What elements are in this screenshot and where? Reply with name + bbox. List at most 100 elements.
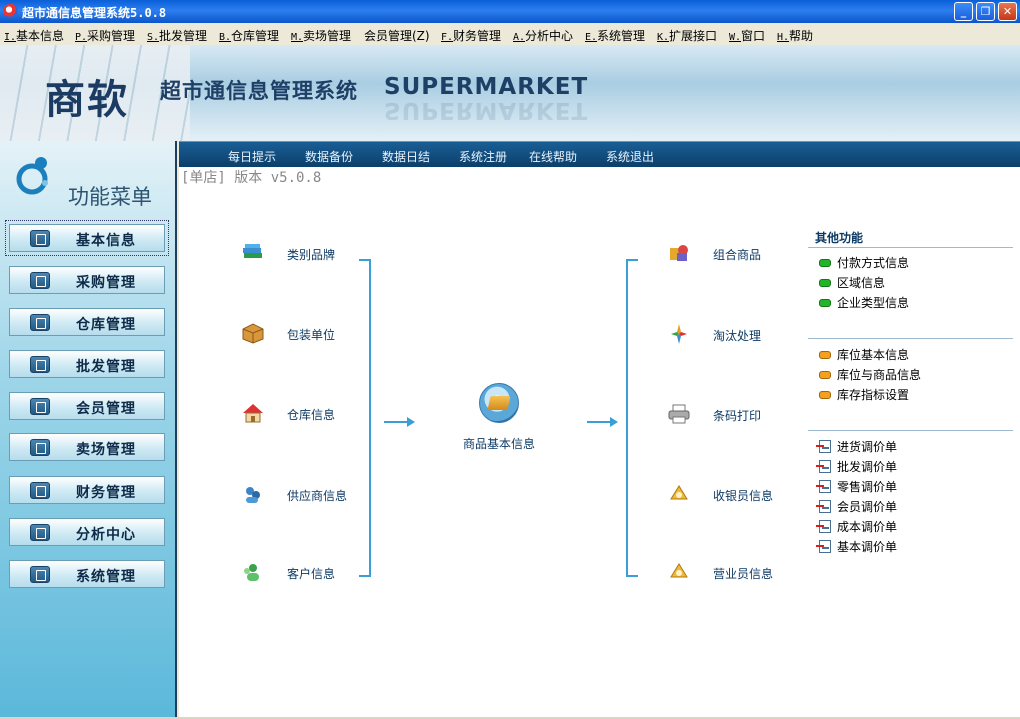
- document-icon: [816, 460, 831, 473]
- menu-key: H.: [777, 32, 790, 43]
- menu-label: 财务管理: [453, 29, 502, 43]
- refresh-icon: [30, 439, 50, 456]
- node-product-basic-info[interactable]: 商品基本信息: [459, 383, 539, 452]
- bullet-icon: [819, 351, 831, 359]
- menu-label: 采购管理: [87, 29, 136, 43]
- menu-label: 窗口: [741, 29, 766, 43]
- combo-icon: [670, 245, 688, 261]
- link-label: 批发调价单: [837, 460, 898, 474]
- link-location-info[interactable]: 库位基本信息: [819, 346, 909, 363]
- link-payment-method[interactable]: 付款方式信息: [819, 254, 909, 271]
- other-functions-title: 其他功能: [815, 231, 864, 245]
- sidebar-item-analysis[interactable]: 分析中心: [9, 518, 165, 546]
- box-icon: [242, 323, 264, 344]
- truck-icon: [30, 356, 50, 373]
- supplier-icon: [246, 487, 260, 503]
- menu-wholesale[interactable]: S.批发管理: [147, 27, 207, 44]
- tool-daily-close[interactable]: 数据日结: [382, 148, 430, 165]
- menu-analysis[interactable]: A.分析中心: [513, 27, 573, 44]
- sidebar-item-system[interactable]: 系统管理: [9, 560, 165, 588]
- menu-label: 帮助: [789, 29, 814, 43]
- tool-daily-tips[interactable]: 每日提示: [228, 148, 276, 165]
- document-icon: [30, 230, 50, 247]
- link-label: 区域信息: [837, 276, 886, 290]
- menu-key: P.: [75, 32, 88, 43]
- top-toolbar: 每日提示 数据备份 数据日结 系统注册 在线帮助 系统退出: [179, 141, 1020, 167]
- sidebar-item-label: 分析中心: [76, 527, 136, 543]
- product-info-icon: [479, 383, 519, 423]
- menu-extension[interactable]: K.扩展接口: [657, 27, 717, 44]
- link-label: 零售调价单: [837, 480, 898, 494]
- link-location-product[interactable]: 库位与商品信息: [819, 366, 921, 383]
- document-icon: [816, 480, 831, 493]
- document-icon: [816, 500, 831, 513]
- menu-basic-info[interactable]: I.基本信息: [4, 27, 64, 44]
- link-enterprise-type[interactable]: 企业类型信息: [819, 294, 909, 311]
- books-icon: [243, 244, 262, 258]
- menu-key: A.: [513, 32, 526, 43]
- tool-exit[interactable]: 系统退出: [606, 148, 654, 165]
- menu-window[interactable]: W.窗口: [729, 27, 765, 44]
- tool-online-help[interactable]: 在线帮助: [529, 148, 577, 165]
- window-title: 超市通信息管理系统5.0.8: [22, 6, 167, 20]
- customer-icon: [244, 564, 259, 581]
- minimize-button[interactable]: _: [954, 2, 973, 21]
- menu-help[interactable]: H.帮助: [777, 27, 813, 44]
- main-panel: [单店] 版本 v5.0.8 类别品牌 包装单位 仓库信息 供应商信息 客户信息…: [179, 167, 1020, 717]
- document-icon: [816, 440, 831, 453]
- sidebar-item-label: 仓库管理: [76, 317, 136, 333]
- sidebar-item-label: 采购管理: [76, 275, 136, 291]
- menu-label: 批发管理: [159, 29, 208, 43]
- node-label: 收银员信息: [713, 489, 774, 503]
- menu-label: 系统管理: [597, 29, 646, 43]
- menu-finance[interactable]: F.财务管理: [441, 27, 501, 44]
- link-label: 会员调价单: [837, 500, 898, 514]
- version-label: [单店] 版本 v5.0.8: [181, 170, 322, 186]
- menu-store[interactable]: M.卖场管理: [291, 27, 351, 44]
- banner-subtitle-reflection: SUPERMARKET: [384, 97, 589, 123]
- menu-logo-icon: [16, 157, 48, 195]
- menu-key: B.: [219, 32, 232, 43]
- link-purchase-price-adjust[interactable]: 进货调价单: [816, 438, 898, 455]
- bullet-icon: [819, 259, 831, 267]
- menu-key: W.: [729, 32, 742, 43]
- sidebar-item-wholesale[interactable]: 批发管理: [9, 350, 165, 378]
- menu-key: I.: [4, 32, 17, 43]
- close-button[interactable]: ✕: [998, 2, 1017, 21]
- link-stock-index[interactable]: 库存指标设置: [819, 386, 909, 403]
- sidebar-item-label: 会员管理: [76, 401, 136, 417]
- link-member-price-adjust[interactable]: 会员调价单: [816, 498, 898, 515]
- restore-button[interactable]: ❐: [976, 2, 995, 21]
- sidebar-item-member[interactable]: 会员管理: [9, 392, 165, 420]
- sidebar-item-finance[interactable]: 财务管理: [9, 476, 165, 504]
- link-cost-price-adjust[interactable]: 成本调价单: [816, 518, 897, 535]
- sidebar-item-basic-info[interactable]: 基本信息: [5, 220, 169, 256]
- link-label: 付款方式信息: [837, 256, 910, 270]
- link-label: 企业类型信息: [837, 296, 910, 310]
- link-label: 库存指标设置: [837, 388, 910, 402]
- bullet-icon: [819, 279, 831, 287]
- menu-purchase[interactable]: P.采购管理: [75, 27, 135, 44]
- divider: [808, 338, 1013, 339]
- menu-label: 扩展接口: [669, 29, 718, 43]
- document-icon: [816, 540, 831, 553]
- sidebar-item-purchase[interactable]: 采购管理: [9, 266, 165, 294]
- node-label: 组合商品: [713, 248, 762, 262]
- node-label: 仓库信息: [287, 408, 336, 422]
- node-label: 类别品牌: [287, 248, 336, 262]
- link-retail-price-adjust[interactable]: 零售调价单: [816, 478, 898, 495]
- tool-data-backup[interactable]: 数据备份: [305, 148, 353, 165]
- sidebar-item-store[interactable]: 卖场管理: [9, 433, 165, 461]
- menu-member[interactable]: 会员管理(Z): [364, 27, 430, 44]
- tool-register[interactable]: 系统注册: [459, 148, 507, 165]
- link-basic-price-adjust[interactable]: 基本调价单: [816, 538, 897, 555]
- link-label: 进货调价单: [837, 440, 898, 454]
- menu-system[interactable]: E.系统管理: [585, 27, 645, 44]
- node-label: 淘汰处理: [713, 329, 762, 343]
- sidebar-item-warehouse[interactable]: 仓库管理: [9, 308, 165, 336]
- link-region-info[interactable]: 区域信息: [819, 274, 885, 291]
- divider: [808, 430, 1013, 431]
- menu-warehouse[interactable]: B.仓库管理: [219, 27, 279, 44]
- sidebar-item-label: 系统管理: [76, 569, 136, 585]
- link-wholesale-price-adjust[interactable]: 批发调价单: [816, 458, 898, 475]
